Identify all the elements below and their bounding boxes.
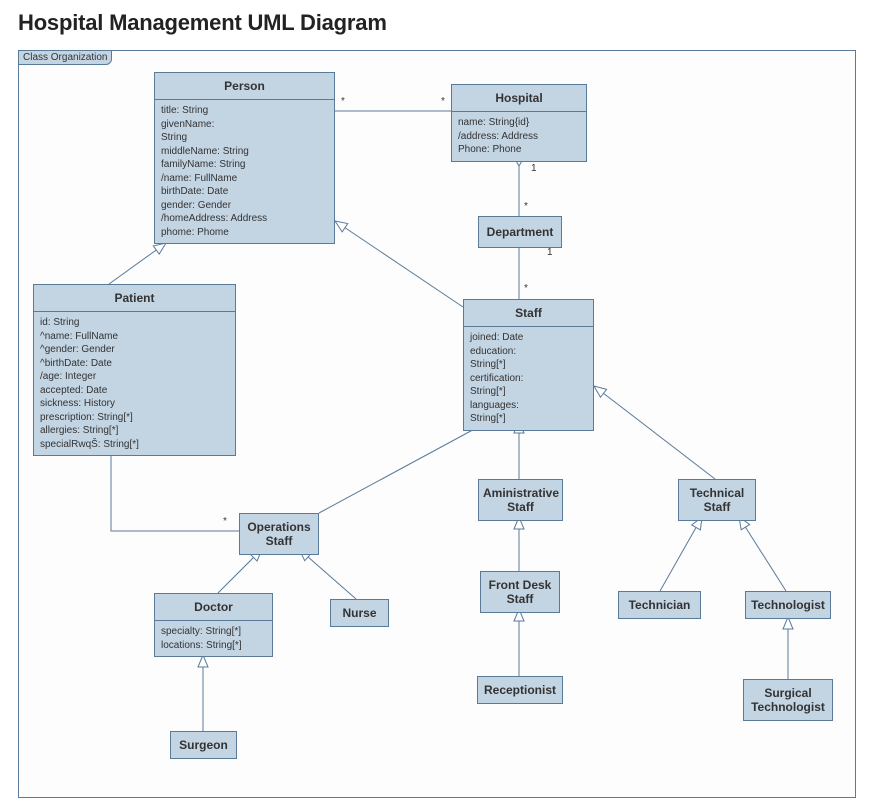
class-administrative-staff: Aministrative Staff — [478, 479, 563, 521]
class-name: Person — [155, 73, 334, 100]
class-name: Surgical Technologist — [744, 680, 832, 720]
multiplicity-label: * — [524, 283, 528, 294]
class-name: Receptionist — [478, 677, 562, 703]
class-hospital: Hospital name: String{id} /address: Addr… — [451, 84, 587, 162]
class-technical-staff: Technical Staff — [678, 479, 756, 521]
class-surgical-technologist: Surgical Technologist — [743, 679, 833, 721]
multiplicity-label: * — [524, 201, 528, 212]
class-name: Technical Staff — [679, 480, 755, 520]
class-technician: Technician — [618, 591, 701, 619]
multiplicity-label: * — [441, 96, 445, 107]
class-attrs: joined: Date education: String[*] certif… — [464, 327, 593, 430]
class-name: Nurse — [331, 600, 388, 626]
class-name: Aministrative Staff — [479, 480, 562, 520]
class-name: Patient — [34, 285, 235, 312]
class-surgeon: Surgeon — [170, 731, 237, 759]
class-name: Front Desk Staff — [481, 572, 559, 612]
page-title: Hospital Management UML Diagram — [18, 10, 857, 36]
class-patient: Patient id: String ^name: FullName ^gend… — [33, 284, 236, 456]
multiplicity-label: * — [341, 96, 345, 107]
class-attrs: id: String ^name: FullName ^gender: Gend… — [34, 312, 235, 455]
class-name: Department — [479, 217, 561, 247]
multiplicity-label: 1 — [547, 247, 553, 258]
frame-label: Class Organization — [18, 50, 112, 65]
class-name: Technician — [619, 592, 700, 618]
class-staff: Staff joined: Date education: String[*] … — [463, 299, 594, 431]
class-operations-staff: Operations Staff — [239, 513, 319, 555]
class-technologist: Technologist — [745, 591, 831, 619]
multiplicity-label: * — [223, 516, 227, 527]
class-doctor: Doctor specialty: String[*] locations: S… — [154, 593, 273, 657]
class-name: Operations Staff — [240, 514, 318, 554]
class-name: Doctor — [155, 594, 272, 621]
class-receptionist: Receptionist — [477, 676, 563, 704]
class-name: Hospital — [452, 85, 586, 112]
class-attrs: name: String{id} /address: Address Phone… — [452, 112, 586, 161]
class-front-desk-staff: Front Desk Staff — [480, 571, 560, 613]
class-name: Technologist — [746, 592, 830, 618]
class-name: Surgeon — [171, 732, 236, 758]
multiplicity-label: 1 — [531, 163, 537, 174]
class-nurse: Nurse — [330, 599, 389, 627]
class-person: Person title: String givenName: String m… — [154, 72, 335, 244]
class-name: Staff — [464, 300, 593, 327]
class-attrs: specialty: String[*] locations: String[*… — [155, 621, 272, 656]
class-department: Department — [478, 216, 562, 248]
class-attrs: title: String givenName: String middleNa… — [155, 100, 334, 243]
diagram-frame: Class Organization — [18, 50, 856, 798]
